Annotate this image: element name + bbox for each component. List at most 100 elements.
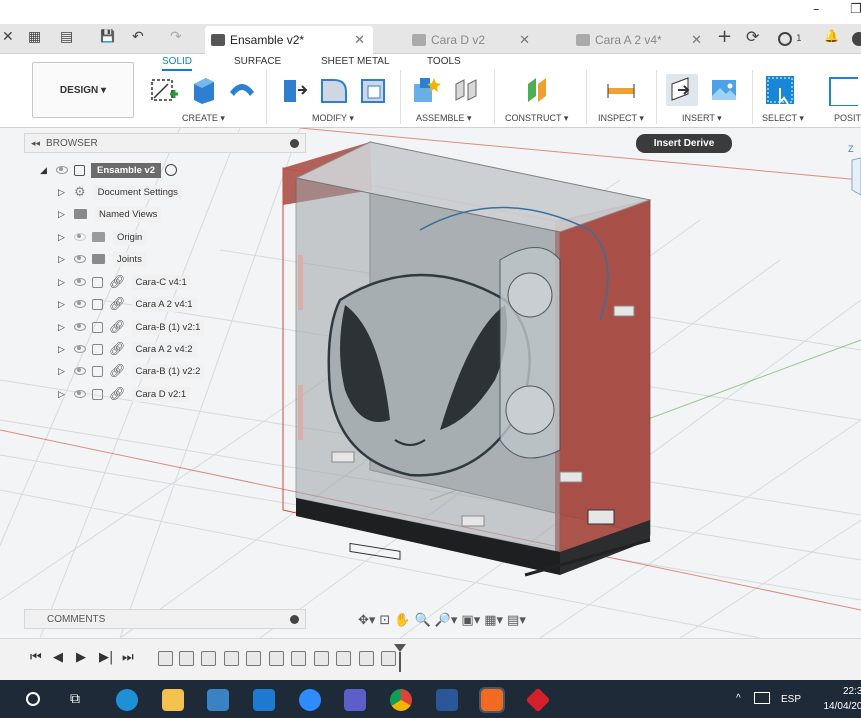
job-status-icon[interactable] <box>778 32 792 46</box>
browser-item-component[interactable]: ▷ 🔗︎ Cara-B (1) v2:1 <box>58 318 205 336</box>
browser-item-component[interactable]: ▷ 🔗︎ Cara D v2:1 <box>58 385 191 403</box>
construct-menu[interactable]: CONSTRUCT ▾ <box>505 113 568 124</box>
visibility-icon[interactable] <box>74 345 86 353</box>
zoom-icon[interactable]: 🔍 <box>415 613 431 628</box>
step-back-icon[interactable]: ◀ <box>53 650 63 665</box>
expand-icon[interactable]: ▷ <box>58 322 68 333</box>
timeline-joint[interactable] <box>246 651 261 666</box>
zoom-app-icon[interactable] <box>299 689 321 711</box>
fusion360-icon[interactable] <box>479 687 505 713</box>
close-icon[interactable]: ✕ <box>2 29 14 45</box>
visibility-icon[interactable] <box>74 323 86 331</box>
expand-icon[interactable]: ▷ <box>58 187 68 198</box>
play-icon[interactable]: ▶ <box>76 650 86 665</box>
select-menu[interactable]: SELECT ▾ <box>762 113 804 124</box>
system-clock[interactable]: 22:31 14/04/202 <box>808 684 861 714</box>
visibility-icon[interactable] <box>74 390 86 398</box>
store-icon[interactable] <box>207 689 229 711</box>
expand-icon[interactable]: ▷ <box>58 254 68 265</box>
tab-surface[interactable]: SURFACE <box>234 56 281 67</box>
create-menu[interactable]: CREATE ▾ <box>182 113 225 124</box>
measure-icon[interactable] <box>604 74 636 106</box>
comments-panel-header[interactable]: COMMENTS <box>24 609 306 629</box>
timeline-feature[interactable] <box>269 651 284 666</box>
press-pull-icon[interactable] <box>278 74 310 106</box>
position-icon[interactable] <box>826 74 858 106</box>
tab-ensamble[interactable]: Ensamble v2* ✕ <box>205 26 373 54</box>
fillet-icon[interactable] <box>318 74 350 106</box>
expand-icon[interactable]: ▷ <box>58 209 68 220</box>
pan-icon[interactable]: ✋ <box>394 613 410 628</box>
tab-tools[interactable]: TOOLS <box>427 56 461 67</box>
hidden-eye-icon[interactable] <box>74 233 86 241</box>
browser-item-component[interactable]: ▷ 🔗︎ Cara A 2 v4:2 <box>58 340 197 358</box>
file-menu-icon[interactable]: ▤ <box>60 29 73 45</box>
go-to-start-icon[interactable]: ⏮ <box>30 650 42 665</box>
insert-derive-icon[interactable] <box>666 74 698 106</box>
modify-menu[interactable]: MODIFY ▾ <box>312 113 354 124</box>
edge-icon[interactable] <box>116 689 138 711</box>
close-tab-icon[interactable]: ✕ <box>691 32 702 48</box>
browser-item-component[interactable]: ▷ 🔗︎ Cara-C v4:1 <box>58 273 191 291</box>
minimize-button[interactable]: – <box>813 2 820 17</box>
language-indicator[interactable]: ESP <box>781 694 801 705</box>
task-view-icon[interactable]: ⧉ <box>70 690 80 707</box>
orbit-icon[interactable]: ✥▾ <box>358 613 375 628</box>
extrude-icon[interactable] <box>186 74 218 106</box>
timeline-joint[interactable] <box>291 651 306 666</box>
timeline-joint[interactable] <box>336 651 351 666</box>
grid-settings-icon[interactable]: ▦▾ <box>484 613 503 628</box>
browser-item-named-views[interactable]: ▷ Named Views <box>58 205 162 223</box>
browser-root[interactable]: ◢ Ensamble v2 <box>40 161 178 179</box>
expand-icon[interactable]: ▷ <box>58 277 68 288</box>
tab-cara-a2[interactable]: Cara A 2 v4* ✕ <box>542 26 710 54</box>
step-forward-icon[interactable]: ▶| <box>99 650 113 665</box>
assemble-menu[interactable]: ASSEMBLE ▾ <box>416 113 472 124</box>
expand-icon[interactable]: ▷ <box>58 389 68 400</box>
close-tab-icon[interactable]: ✕ <box>354 32 365 48</box>
timeline-feature[interactable] <box>314 651 329 666</box>
fit-icon[interactable]: 🔎▾ <box>435 613 458 628</box>
browser-panel-header[interactable]: ◂◂ BROWSER <box>24 133 306 153</box>
visibility-icon[interactable] <box>74 255 86 263</box>
help-icon[interactable] <box>852 32 861 46</box>
activate-icon[interactable] <box>165 164 178 176</box>
expand-icon[interactable]: ▷ <box>58 232 68 243</box>
browser-item-origin[interactable]: ▷ Origin <box>58 228 147 246</box>
offset-plane-icon[interactable] <box>522 74 554 106</box>
new-component-icon[interactable] <box>410 74 442 106</box>
go-to-end-icon[interactable]: ⏭ <box>122 650 134 665</box>
refresh-icon[interactable]: ⟳ <box>746 27 759 46</box>
close-tab-icon[interactable]: ✕ <box>519 32 530 48</box>
mail-icon[interactable] <box>253 689 275 711</box>
browser-item-document-settings[interactable]: ▷ ⚙ Document Settings <box>58 183 182 201</box>
expand-icon[interactable]: ▷ <box>58 344 68 355</box>
tray-chevron-icon[interactable]: ^ <box>736 693 741 704</box>
viewports-icon[interactable]: ▤▾ <box>507 613 526 628</box>
undo-icon[interactable]: ↶ <box>132 29 144 45</box>
timeline-feature[interactable] <box>158 651 173 666</box>
expand-icon[interactable]: ▷ <box>58 299 68 310</box>
browser-item-joints[interactable]: ▷ Joints <box>58 250 146 268</box>
position-menu[interactable]: POSIT <box>834 113 861 123</box>
word-icon[interactable] <box>436 689 458 711</box>
tab-solid[interactable]: SOLID <box>162 56 193 71</box>
visibility-icon[interactable] <box>56 166 68 174</box>
save-icon[interactable]: 💾 <box>100 29 115 43</box>
teams-icon[interactable] <box>344 689 366 711</box>
timeline-marker-icon[interactable] <box>394 644 406 672</box>
apps-grid-icon[interactable]: ▦ <box>28 29 41 45</box>
create-sketch-icon[interactable] <box>148 74 180 106</box>
timeline-feature[interactable] <box>359 651 374 666</box>
visibility-icon[interactable] <box>74 367 86 375</box>
collapse-icon[interactable]: ◂◂ <box>31 138 40 149</box>
workspace-dropdown[interactable]: DESIGN ▾ <box>32 62 134 118</box>
tab-sheet-metal[interactable]: SHEET METAL <box>321 56 390 67</box>
look-at-icon[interactable]: ⊡ <box>379 613 390 628</box>
select-icon[interactable] <box>764 74 796 106</box>
browser-item-component[interactable]: ▷ 🔗︎ Cara-B (1) v2:2 <box>58 362 205 380</box>
tab-cara-d[interactable]: Cara D v2 ✕ <box>380 26 538 54</box>
pin-icon[interactable] <box>290 138 299 148</box>
new-tab-icon[interactable]: + <box>717 26 732 47</box>
visibility-icon[interactable] <box>74 278 86 286</box>
